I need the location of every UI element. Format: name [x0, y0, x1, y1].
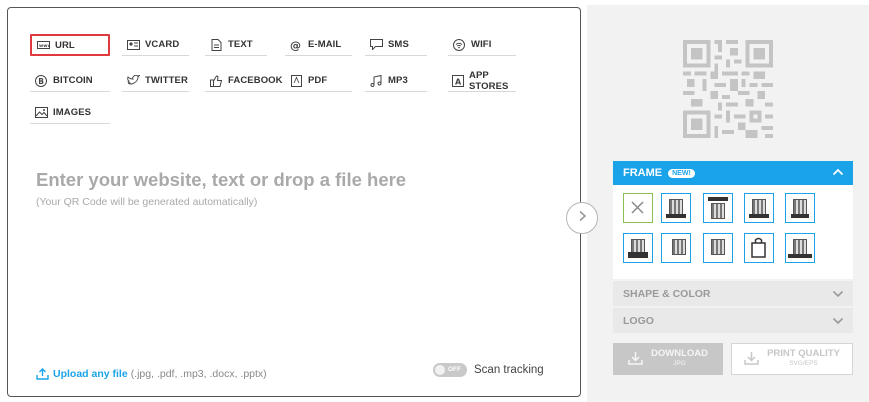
wifi-icon	[452, 38, 466, 51]
qr-input-panel: www URL VCARD TEXT @ E-MAIL SMS WIFI B B…	[7, 7, 581, 397]
pdf-icon	[289, 74, 303, 87]
svg-text:www: www	[39, 44, 50, 49]
type-text[interactable]: TEXT	[205, 34, 267, 56]
type-wifi[interactable]: WIFI	[448, 34, 516, 56]
svg-text:B: B	[38, 77, 44, 86]
svg-text:A: A	[455, 77, 462, 86]
frame-thumb	[711, 203, 725, 219]
upload-icon[interactable]	[36, 368, 50, 380]
upload-file-link[interactable]: Upload any file	[53, 368, 128, 380]
frame-thumb	[672, 239, 686, 255]
chevron-right-icon	[577, 209, 587, 227]
drop-zone-title[interactable]: Enter your website, text or drop a file …	[36, 169, 406, 191]
sms-icon	[369, 39, 383, 51]
type-app-stores[interactable]: A APP STORES	[448, 70, 516, 92]
print-quality-text: PRINT QUALITY	[767, 348, 840, 359]
frame-option-6[interactable]	[661, 233, 691, 263]
frame-thumb-bar	[791, 214, 809, 218]
download-label: DOWNLOAD JPG	[651, 349, 708, 369]
frame-option-none[interactable]	[623, 193, 653, 223]
facebook-like-icon	[209, 74, 223, 87]
frame-option-5[interactable]	[623, 233, 653, 263]
type-vcard[interactable]: VCARD	[122, 34, 189, 56]
frame-thumb-bar	[628, 252, 648, 258]
type-pdf[interactable]: PDF	[285, 70, 352, 92]
drop-zone-subtitle: (Your QR Code will be generated automati…	[36, 196, 258, 208]
scan-tracking-toggle[interactable]: OFF	[433, 363, 467, 377]
frame-option-3[interactable]	[744, 193, 774, 223]
expand-arrow-button[interactable]	[566, 202, 598, 234]
type-mp3[interactable]: MP3	[365, 70, 427, 92]
frame-section-header[interactable]: FRAME NEW!	[613, 161, 853, 185]
download-icon	[744, 351, 759, 368]
frame-option-8[interactable]	[744, 233, 774, 263]
chevron-up-icon	[832, 167, 844, 180]
new-badge: NEW!	[668, 168, 695, 178]
url-icon: www	[36, 39, 50, 51]
download-text: DOWNLOAD	[651, 348, 708, 359]
logo-section[interactable]: LOGO	[613, 308, 853, 333]
vcard-icon	[126, 39, 140, 51]
download-button[interactable]: DOWNLOAD JPG	[613, 343, 723, 375]
frame-title: FRAME	[623, 167, 663, 179]
type-images[interactable]: IMAGES	[30, 102, 110, 124]
toggle-state: OFF	[448, 366, 461, 373]
frame-thumb	[669, 199, 683, 215]
type-sms[interactable]: SMS	[365, 34, 427, 56]
frame-option-1[interactable]	[661, 193, 691, 223]
shape-color-title: SHAPE & COLOR	[623, 287, 711, 300]
app-store-icon: A	[452, 74, 464, 87]
print-quality-button[interactable]: PRINT QUALITY SVG/EPS	[731, 343, 853, 375]
chevron-down-icon	[832, 316, 844, 328]
upload-row: Upload any file (.jpg, .pdf, .mp3, .docx…	[36, 368, 267, 380]
text-icon	[209, 38, 223, 51]
print-quality-format: SVG/EPS	[789, 360, 818, 367]
svg-text:@: @	[290, 39, 301, 51]
frame-thumb	[752, 199, 766, 215]
type-bitcoin[interactable]: B BITCOIN	[30, 70, 110, 92]
frame-thumb-bar	[666, 214, 686, 218]
frame-option-7[interactable]	[703, 233, 733, 263]
twitter-icon	[126, 75, 140, 87]
at-icon: @	[289, 39, 303, 51]
scan-tracking-label: Scan tracking	[474, 364, 544, 376]
shopping-bag-icon	[745, 237, 772, 265]
toggle-knob	[435, 365, 445, 375]
download-format: JPG	[673, 360, 686, 367]
frame-thumb-bar	[788, 254, 812, 258]
frame-option-9[interactable]	[785, 233, 815, 263]
frame-thumb-bar	[708, 197, 728, 201]
chevron-down-icon	[832, 289, 844, 301]
frame-options	[613, 185, 853, 279]
music-icon	[369, 74, 383, 87]
type-url[interactable]: www URL	[30, 34, 110, 56]
close-icon	[624, 201, 651, 225]
upload-file-types: (.jpg, .pdf, .mp3, .docx, .pptx)	[130, 368, 267, 380]
image-icon	[34, 107, 48, 119]
frame-thumb	[793, 239, 807, 255]
shape-color-section[interactable]: SHAPE & COLOR	[613, 281, 853, 306]
type-facebook[interactable]: FACEBOOK	[205, 70, 287, 92]
print-quality-label: PRINT QUALITY SVG/EPS	[767, 349, 840, 369]
frame-option-2[interactable]	[703, 193, 733, 223]
frame-option-4[interactable]	[785, 193, 815, 223]
download-icon	[628, 351, 643, 368]
scan-tracking-row: OFF Scan tracking	[433, 363, 544, 377]
bitcoin-icon: B	[34, 74, 48, 87]
frame-thumb	[711, 239, 725, 255]
logo-title: LOGO	[623, 314, 654, 327]
type-email[interactable]: @ E-MAIL	[285, 34, 352, 56]
qr-code-preview	[682, 40, 774, 138]
frame-thumb	[793, 199, 807, 215]
type-twitter[interactable]: TWITTER	[122, 70, 189, 92]
frame-thumb-bar	[749, 214, 769, 218]
